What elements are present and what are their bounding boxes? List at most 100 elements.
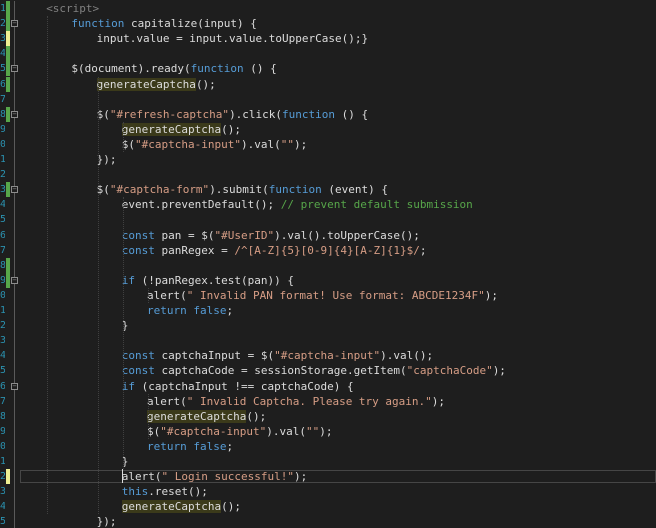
unsaved-change-indicator (6, 469, 10, 485)
code-token: (); (221, 122, 242, 136)
line-number: 6 (0, 78, 5, 90)
indent-guide (47, 16, 49, 515)
line-number: 4 (0, 350, 5, 362)
code-token: "" (280, 137, 295, 151)
code-token: generateCaptcha (121, 500, 222, 514)
line-number: 6 (0, 229, 5, 241)
code-token: ); (431, 394, 446, 408)
code-token: ); (294, 137, 308, 151)
code-line[interactable]: event.preventDefault(); // prevent defau… (122, 197, 473, 212)
code-token: function (190, 62, 244, 76)
fold-toggle-icon[interactable]: − (11, 65, 18, 73)
code-line[interactable]: return false; (147, 439, 233, 454)
code-line[interactable]: $("#captcha-input").val(""); (122, 137, 307, 152)
code-token: ).val( (266, 424, 306, 438)
line-number: 3 (0, 486, 5, 498)
code-line[interactable]: return false; (147, 303, 233, 318)
fold-toggle-icon[interactable]: − (11, 110, 18, 118)
indent-guide (122, 121, 124, 152)
code-line[interactable]: const captchaCode = sessionStorage.getIt… (122, 363, 506, 378)
code-line[interactable]: const panRegex = /^[A-Z]{5}[0-9]{4}[A-Z]… (122, 243, 427, 258)
code-token: pan = $( (154, 228, 215, 242)
line-number: 3 (0, 335, 5, 347)
code-token: "#captcha-input" (274, 349, 381, 363)
code-line[interactable]: function capitalize(input) { (71, 16, 256, 31)
code-token: generateCaptcha (96, 77, 196, 91)
code-line[interactable]: generateCaptcha(); (147, 409, 266, 424)
code-token: ).submit( (209, 183, 269, 197)
change-indicator (6, 182, 10, 198)
indent-guide (122, 197, 124, 470)
code-token: }); (96, 515, 117, 528)
code-line[interactable]: $("#refresh-captcha").click(function () … (97, 107, 369, 122)
code-token: const (121, 364, 155, 378)
code-token: const (121, 243, 155, 257)
line-number: 4 (0, 199, 5, 211)
code-token: input.value = input.value.toUpperCase();… (96, 32, 369, 46)
code-line[interactable]: const pan = $("#UserID").val().toUpperCa… (122, 228, 420, 243)
code-token: false (193, 439, 227, 453)
code-token: this (121, 485, 149, 499)
code-token: captchaInput = $( (154, 349, 275, 363)
code-token: generateCaptcha (121, 122, 222, 136)
code-editor[interactable]: 1 2 3 4 5 6 7 8 9 0 1 2 3 4 5 6 7 8 9 0 1 2 3 4 5 6 7 8 9 0 1 2 3 4 5− − − − −… (0, 0, 656, 528)
line-number: 0 (0, 138, 5, 150)
line-number: 5 (0, 214, 5, 226)
code-token: ).val( (241, 137, 281, 151)
code-line[interactable]: <script> (46, 1, 99, 16)
code-line[interactable]: $(document).ready(function () { (71, 61, 276, 76)
code-line[interactable]: }); (97, 514, 117, 528)
line-number: 7 (0, 395, 5, 407)
code-token: " Invalid PAN format! Use format: ABCDE1… (186, 288, 485, 302)
code-line[interactable]: const captchaInput = $("#captcha-input")… (122, 348, 433, 363)
code-token: /^[A-Z]{5}[0-9]{4}[A-Z]{1}$/ (234, 243, 420, 257)
code-token: // prevent default submission (280, 198, 473, 212)
line-number: 8 (0, 410, 5, 422)
fold-toggle-icon[interactable]: − (11, 382, 18, 390)
code-token: (!panRegex.test(pan)) { (135, 273, 294, 287)
line-number: 4 (0, 48, 5, 60)
code-token: "#refresh-captcha" (109, 107, 230, 121)
line-number: 2 (0, 471, 5, 483)
line-number: 8 (0, 259, 5, 271)
code-token: captchaCode = sessionStorage.getItem( (154, 364, 407, 378)
change-indicator (6, 257, 10, 288)
code-token: "captchaCode" (406, 364, 493, 378)
code-line[interactable]: $("#captcha-input").val(""); (147, 424, 332, 439)
code-line[interactable]: alert(" Invalid Captcha. Please try agai… (147, 394, 445, 409)
code-token: const (121, 349, 155, 363)
code-token: event.preventDefault(); (121, 198, 281, 212)
fold-toggle-icon[interactable]: − (11, 276, 18, 284)
code-token: function (268, 183, 322, 197)
code-line[interactable]: }); (97, 152, 117, 167)
code-token: $(document).ready( (71, 62, 191, 76)
code-line[interactable]: $("#captcha-form").submit(function (even… (97, 182, 388, 197)
line-number: 4 (0, 501, 5, 513)
code-line[interactable]: generateCaptcha(); (121, 499, 241, 514)
line-number: 2 (0, 18, 5, 30)
fold-toggle-icon[interactable]: − (11, 186, 18, 194)
current-line-highlight (20, 470, 656, 484)
code-token: ).val().toUpperCase(); (274, 228, 420, 242)
code-token: (); (195, 77, 216, 91)
code-line[interactable]: if (!panRegex.test(pan)) { (122, 273, 294, 288)
line-number: 1 (0, 456, 5, 467)
code-line[interactable]: input.value = input.value.toUpperCase();… (97, 31, 369, 46)
line-number: 9 (0, 123, 5, 135)
line-number: 6 (0, 380, 5, 392)
code-line[interactable]: alert(" Invalid PAN format! Use format: … (147, 288, 498, 303)
code-line[interactable]: if (captchaInput !== captchaCode) { (122, 379, 354, 394)
code-token: " Invalid Captcha. Please try again." (186, 394, 432, 408)
change-indicator (6, 1, 10, 32)
code-token: panRegex = (154, 243, 235, 257)
code-token: (); (246, 409, 267, 423)
code-line[interactable]: this.reset(); (122, 484, 208, 499)
code-line[interactable]: generateCaptcha(); (96, 77, 216, 92)
line-number: 1 (0, 154, 5, 165)
code-token: ; (226, 304, 234, 317)
code-line[interactable]: generateCaptcha(); (121, 122, 242, 137)
code-token: return (147, 304, 187, 317)
code-token: ).click( (229, 107, 283, 121)
fold-toggle-icon[interactable]: − (11, 20, 18, 28)
code-token: ); (484, 288, 499, 302)
